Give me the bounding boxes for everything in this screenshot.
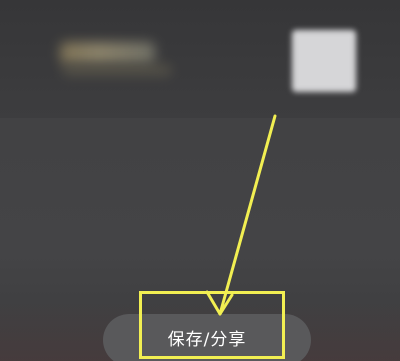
blurred-subtitle-text <box>62 64 172 76</box>
blurred-title-text <box>60 42 155 64</box>
thumbnail-image <box>292 30 356 92</box>
save-share-label: 保存/分享 <box>167 330 247 350</box>
top-panel <box>0 0 400 118</box>
app-screen: 保存/分享 <box>0 0 400 361</box>
save-share-button[interactable]: 保存/分享 <box>103 314 311 361</box>
